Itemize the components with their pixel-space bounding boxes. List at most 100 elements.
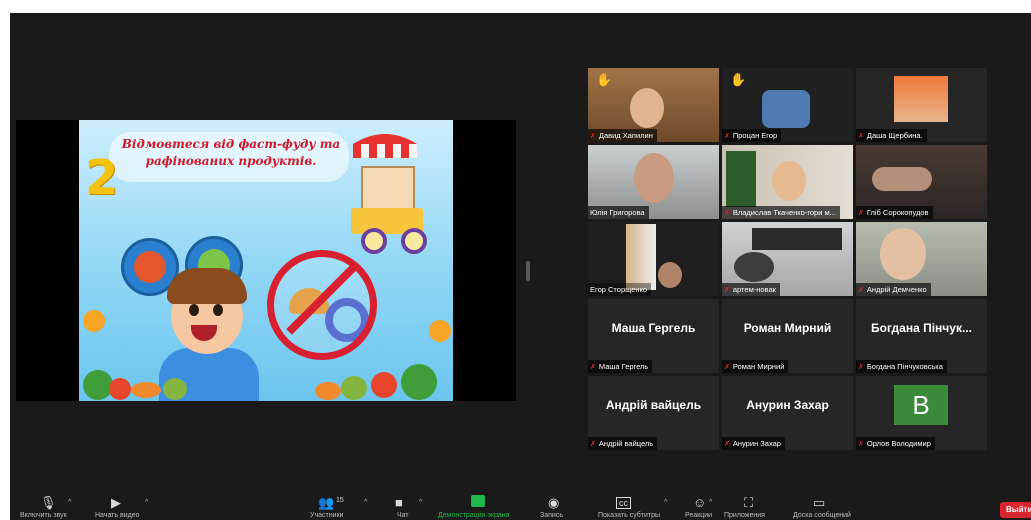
- raised-hand-icon: ✋: [730, 72, 747, 87]
- participant-tile[interactable]: ✋ ✗ Процан Егор: [722, 68, 853, 142]
- participant-face: [630, 88, 664, 128]
- mic-muted-icon: ✗: [590, 441, 596, 448]
- start-video-button[interactable]: ▶ ^ Начать видео: [95, 492, 155, 520]
- cart-wheel-illustration: [361, 228, 387, 254]
- chat-button[interactable]: ■ ^ Чат: [393, 492, 433, 520]
- participant-name: Анурин Захар: [732, 439, 781, 448]
- broccoli-illustration: [401, 364, 437, 400]
- participant-face: [872, 167, 932, 191]
- participant-tile[interactable]: ✗ Андрій Демченко: [856, 222, 987, 296]
- participant-name: Владислав Ткаченко-гори м...: [732, 208, 836, 217]
- participant-name-label: ✗ Богдана Пінчуковська: [856, 360, 947, 373]
- captions-button[interactable]: cc ^ Показать субтитры: [598, 492, 667, 520]
- orange-illustration: [83, 310, 105, 332]
- share-screen-button[interactable]: Демонстрация экрана: [10, 492, 510, 520]
- tv: [752, 228, 842, 250]
- participant-name: Процан Егор: [732, 131, 778, 140]
- orange-illustration: [429, 320, 451, 342]
- mic-muted-icon: ✗: [590, 133, 596, 140]
- participant-display-name: Роман Мирний: [743, 321, 832, 335]
- mic-muted-icon: ✗: [858, 364, 864, 371]
- participant-name-label: Егор Сторщенко: [588, 283, 652, 296]
- participant-tile[interactable]: ✋ ✗ Давид Хапилин: [588, 68, 719, 142]
- participant-name-label: ✗ Анурин Захар: [722, 437, 785, 450]
- whiteboard-label: Доска сообщений: [793, 512, 851, 519]
- reactions-button[interactable]: ☺ ^ Реакции: [685, 492, 725, 520]
- participant-name: Андрій вайцель: [598, 439, 654, 448]
- participant-name: Орлов Володимир: [866, 439, 931, 448]
- participants-button[interactable]: 👥 15 ^ Участники: [310, 492, 376, 520]
- reactions-icon: ☺: [693, 495, 707, 510]
- meeting-toolbar: 🎙 ^ Включить звук ▶ ^ Начать видео 👥 15 …: [10, 492, 1031, 520]
- no-fast-food-sign: [267, 250, 377, 360]
- participant-face: [762, 90, 810, 128]
- chevron-up-icon[interactable]: ^: [664, 499, 667, 506]
- participant-name-label: ✗ Роман Мирний: [722, 360, 789, 373]
- participant-face: [634, 153, 674, 203]
- unmute-button[interactable]: 🎙 ^ Включить звук: [20, 492, 82, 520]
- participant-name: Андрій Демченко: [866, 285, 927, 294]
- participant-tile[interactable]: Роман Мирний ✗ Роман Мирний: [722, 299, 853, 373]
- avocado-illustration: [341, 376, 367, 400]
- apps-button[interactable]: ⛶ Приложения: [724, 492, 778, 520]
- participant-name: Маша Гергель: [598, 362, 649, 371]
- slide-title: Відмовтеся від фаст-фуду та рафінованих …: [121, 137, 341, 168]
- participant-tile[interactable]: ✗ Гліб Сорокопудов: [856, 145, 987, 219]
- boy-hair-illustration: [167, 268, 247, 304]
- tomato-illustration: [109, 378, 131, 400]
- apps-label: Приложения: [724, 512, 765, 519]
- participant-display-name: Анурин Захар: [746, 398, 829, 412]
- whiteboard-button[interactable]: ▭ Доска сообщений: [793, 492, 855, 520]
- christmas-tree: [726, 151, 756, 207]
- shared-screen: Відмовтеся від фаст-фуду та рафінованих …: [16, 120, 516, 401]
- chevron-up-icon[interactable]: ^: [364, 499, 367, 506]
- participant-tile[interactable]: ✗ Даша Щербина.: [856, 68, 987, 142]
- eye-illustration: [213, 304, 223, 316]
- mic-muted-icon: ✗: [724, 287, 730, 294]
- participant-name-label: ✗ Орлов Володимир: [856, 437, 935, 450]
- participant-tile[interactable]: ✗ артем-новак: [722, 222, 853, 296]
- participant-face: [658, 262, 682, 288]
- chevron-up-icon[interactable]: ^: [419, 499, 422, 506]
- chevron-up-icon[interactable]: ^: [145, 499, 148, 506]
- chevron-up-icon[interactable]: ^: [68, 499, 71, 506]
- reactions-label: Реакции: [685, 512, 713, 519]
- slide-number: 2: [85, 150, 119, 206]
- participant-tile[interactable]: Андрій вайцель ✗ Андрій вайцель: [588, 376, 719, 450]
- participant-name-label: ✗ Андрій вайцель: [588, 437, 658, 450]
- record-button[interactable]: ◉ Запись: [540, 492, 570, 520]
- participant-name-label: ✗ Даша Щербина.: [856, 129, 927, 142]
- mic-muted-icon: ✗: [724, 210, 730, 217]
- eye-illustration: [189, 304, 199, 316]
- presentation-slide: Відмовтеся від фаст-фуду та рафінованих …: [79, 120, 453, 401]
- leave-button[interactable]: Выйти: [1000, 502, 1031, 518]
- carrot-illustration: [315, 382, 341, 400]
- participant-tile[interactable]: Анурин Захар ✗ Анурин Захар: [722, 376, 853, 450]
- participant-head: [734, 252, 774, 282]
- participant-name: Роман Мирний: [732, 362, 785, 371]
- participant-name: Даша Щербина.: [866, 131, 923, 140]
- participant-name-label: Юлія Григорова: [588, 206, 649, 219]
- split-view-handle[interactable]: [526, 261, 530, 281]
- carrot-illustration: [131, 382, 161, 398]
- cart-wheel-illustration: [401, 228, 427, 254]
- participant-name: Юлія Григорова: [590, 208, 645, 217]
- participant-tile[interactable]: Егор Сторщенко: [588, 222, 719, 296]
- participant-name-label: ✗ Гліб Сорокопудов: [856, 206, 933, 219]
- unmute-label: Включить звук: [20, 512, 67, 519]
- participant-tile-active-speaker[interactable]: Юлія Григорова: [588, 145, 719, 219]
- mic-muted-icon: 🎙: [40, 495, 57, 510]
- participant-tile[interactable]: Богдана Пінчук... ✗ Богдана Пінчуковська: [856, 299, 987, 373]
- chat-label: Чат: [397, 512, 409, 519]
- mic-muted-icon: ✗: [724, 364, 730, 371]
- participant-tile[interactable]: ✗ Владислав Ткаченко-гори м...: [722, 145, 853, 219]
- participant-tile[interactable]: B ✗ Орлов Володимир: [856, 376, 987, 450]
- chevron-up-icon[interactable]: ^: [709, 499, 712, 506]
- participant-name: Богдана Пінчуковська: [866, 362, 943, 371]
- video-off-icon: ▶: [111, 495, 121, 510]
- participant-name-label: ✗ Маша Гергель: [588, 360, 653, 373]
- participant-name: Давид Хапилин: [598, 131, 653, 140]
- food-stall-illustration: [361, 166, 415, 214]
- avocado-illustration: [163, 378, 187, 400]
- participant-tile[interactable]: Маша Гергель ✗ Маша Гергель: [588, 299, 719, 373]
